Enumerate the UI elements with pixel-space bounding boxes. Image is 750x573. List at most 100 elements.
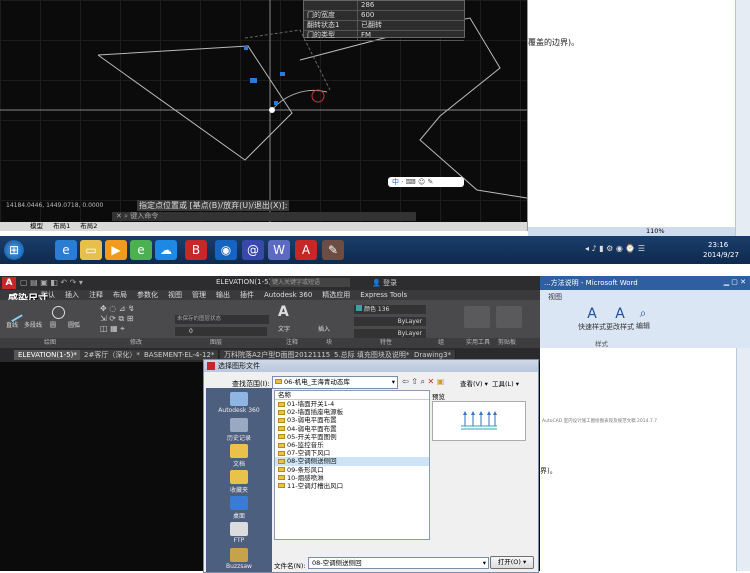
ime-toolbar[interactable]: 中 · ⌨ ☺ ✎ xyxy=(388,177,464,187)
word-tab-view[interactable]: 视图 xyxy=(548,292,562,302)
look-in-select[interactable]: 06-机电_王海青动态库 ▾ xyxy=(272,376,398,389)
app-icon[interactable]: W xyxy=(268,240,290,260)
quick-access-toolbar[interactable]: ▢ ▤ ▣ ◧ ↶ ↷ ▾ xyxy=(20,278,83,287)
tab-annotate[interactable]: 注释 xyxy=(84,290,108,300)
quick-styles-button[interactable]: A 快速样式 xyxy=(578,306,606,332)
tab-plugins[interactable]: 插件 xyxy=(235,290,259,300)
nav-toolbar[interactable]: ⇦ ⇧ ⌕ ✕ ▣ xyxy=(402,377,444,387)
login-button[interactable]: 👤 登录 xyxy=(372,278,397,288)
lineweight-select[interactable]: ByLayer xyxy=(354,329,426,338)
panel-draw[interactable]: 绘图 xyxy=(44,338,56,348)
tab-output[interactable]: 输出 xyxy=(211,290,235,300)
tools-label[interactable]: 工具(L) xyxy=(492,380,514,388)
doc-tab[interactable]: ELEVATION(1-5)* xyxy=(14,350,82,360)
tab-layout1[interactable]: 布局1 xyxy=(53,222,70,230)
panel-properties[interactable]: 特性 xyxy=(380,338,392,348)
command-input[interactable]: 键入命令 xyxy=(130,212,158,220)
circle-icon[interactable] xyxy=(52,306,65,319)
word-scrollbar-bottom[interactable] xyxy=(736,348,750,571)
word-page[interactable]: AutoCAD 室内设计施工图绘图表现及规范文稿 2014.7.7 界)。 xyxy=(540,348,736,571)
chevron-down-icon[interactable]: ▾ xyxy=(392,377,395,388)
autocad-logo[interactable]: A xyxy=(2,277,16,289)
modify-tools[interactable]: ✥ ◌ ⊿ ↯ ⇲ ⟳ ⧉ ⊞ ◫ ▦ ⌖ xyxy=(100,304,170,336)
edit-button[interactable]: ⌕ 编辑 xyxy=(636,306,650,331)
file-list[interactable]: 名称 01-墙面开关1-4 02-墙面插座电源板 03-弱电平面布置 04-弱电平面布… xyxy=(274,390,430,540)
autocad-icon[interactable]: A xyxy=(295,240,317,260)
open-label[interactable]: 打开(O) xyxy=(498,558,521,566)
file-item[interactable]: 01-墙面开关1-4 xyxy=(275,400,429,408)
folder-icon[interactable]: ▭ xyxy=(80,240,102,260)
place-documents[interactable]: 文档 xyxy=(206,444,272,468)
circle-tool[interactable]: 圆 xyxy=(50,320,56,329)
file-item[interactable]: 11-空调灯槽出风口 xyxy=(275,482,429,490)
close-icon[interactable]: ✕ xyxy=(116,212,122,220)
tab-express-tools[interactable]: Express Tools xyxy=(355,290,412,300)
panel-annotation[interactable]: 注释 xyxy=(286,338,298,348)
zoom-level[interactable]: 110% xyxy=(646,227,665,235)
chrome-icon[interactable]: ◉ xyxy=(215,240,237,260)
word-scrollbar[interactable] xyxy=(735,0,750,236)
arc-tool[interactable]: 圆弧 xyxy=(68,320,80,329)
panel-utilities[interactable]: 实用工具 xyxy=(466,338,490,348)
clock-time[interactable]: 23:16 xyxy=(708,241,728,249)
search-box[interactable]: 键入关键字或短语 xyxy=(270,278,350,287)
layer-current[interactable]: 0 xyxy=(175,327,267,336)
media-icon[interactable]: ▶ xyxy=(105,240,127,260)
name-column-header[interactable]: 名称 xyxy=(275,391,429,400)
prop-value[interactable]: 600 xyxy=(358,11,374,20)
file-item[interactable]: 05-开关平面图例 xyxy=(275,433,429,441)
properties-palette[interactable]: 286 门的宽度 600 翻转状态1 已翻转 门的类型 FM xyxy=(303,0,465,41)
place-ftp[interactable]: FTP xyxy=(206,522,272,544)
login-label[interactable]: 登录 xyxy=(383,279,397,287)
command-line[interactable]: ✕ ⌕ 键入命令 xyxy=(112,212,416,221)
delete-icon[interactable]: ✕ xyxy=(428,377,435,386)
change-styles-button[interactable]: A 更改样式 xyxy=(606,306,634,332)
place-autodesk360[interactable]: Autodesk 360 xyxy=(206,392,272,414)
tab-insert[interactable]: 插入 xyxy=(60,290,84,300)
filename-input[interactable]: 08-空调侧送侧回 ▾ xyxy=(308,557,489,569)
panel-layers[interactable]: 图层 xyxy=(210,338,222,348)
place-buzzsaw[interactable]: Buzzsaw xyxy=(206,548,272,570)
panel-modify[interactable]: 修改 xyxy=(130,338,142,348)
start-button[interactable]: ⊞ xyxy=(4,240,24,260)
new-folder-icon[interactable]: ▣ xyxy=(437,377,445,386)
file-item[interactable]: 09-条形风口 xyxy=(275,466,429,474)
prop-value[interactable]: FM xyxy=(358,31,371,40)
view-menu[interactable]: 查看(V) ▾ xyxy=(460,378,488,388)
prop-value[interactable]: 已翻转 xyxy=(358,21,382,30)
tab-view[interactable]: 视图 xyxy=(163,290,187,300)
utilities-button[interactable] xyxy=(464,306,490,328)
layer-unsaved-state[interactable]: 未保存的图层状态 xyxy=(175,315,269,324)
file-item[interactable]: 04-弱电平面布置 xyxy=(275,425,429,433)
open-button[interactable]: 打开(O) ▾ xyxy=(490,556,534,569)
search-icon[interactable]: ⌕ xyxy=(421,377,425,386)
tab-parametric[interactable]: 参数化 xyxy=(132,290,163,300)
polyline-tool[interactable]: 多段线 xyxy=(24,320,42,329)
insert-label[interactable]: 插入 xyxy=(318,324,330,333)
filename-value[interactable]: 08-空调侧送侧回 xyxy=(312,559,362,567)
place-history[interactable]: 历史记录 xyxy=(206,418,272,442)
prop-value[interactable]: 286 xyxy=(358,1,374,10)
text-tool[interactable]: A xyxy=(278,304,289,320)
place-favorites[interactable]: 收藏夹 xyxy=(206,470,272,494)
clipboard-button[interactable] xyxy=(496,306,522,328)
app-icon[interactable]: @ xyxy=(242,240,264,260)
window-controls[interactable]: ▁ ▢ ✕ xyxy=(724,278,746,286)
linetype-select[interactable]: ByLayer xyxy=(354,317,426,326)
panel-clipboard[interactable]: 剪贴板 xyxy=(498,338,516,348)
file-item[interactable]: 03-弱电平面布置 xyxy=(275,416,429,424)
file-item[interactable]: 06-监控音乐 xyxy=(275,441,429,449)
doc-tab[interactable]: 2#客厅（深化）* xyxy=(80,350,145,360)
file-item[interactable]: 08-空调侧送侧回 xyxy=(275,457,429,466)
color-select[interactable]: 颜色 136 xyxy=(354,305,426,314)
clock-date[interactable]: 2014/9/27 xyxy=(703,251,739,259)
app-icon[interactable]: B xyxy=(185,240,207,260)
tab-manage[interactable]: 管理 xyxy=(187,290,211,300)
place-desktop[interactable]: 桌面 xyxy=(206,496,272,520)
ie-icon[interactable]: e xyxy=(55,240,77,260)
tab-layout[interactable]: 布局 xyxy=(108,290,132,300)
file-item[interactable]: 10-烟感喷淋 xyxy=(275,474,429,482)
tab-layout2[interactable]: 布局2 xyxy=(80,222,97,230)
view-label[interactable]: 查看(V) xyxy=(460,380,483,388)
tab-model[interactable]: 模型 xyxy=(30,222,43,230)
